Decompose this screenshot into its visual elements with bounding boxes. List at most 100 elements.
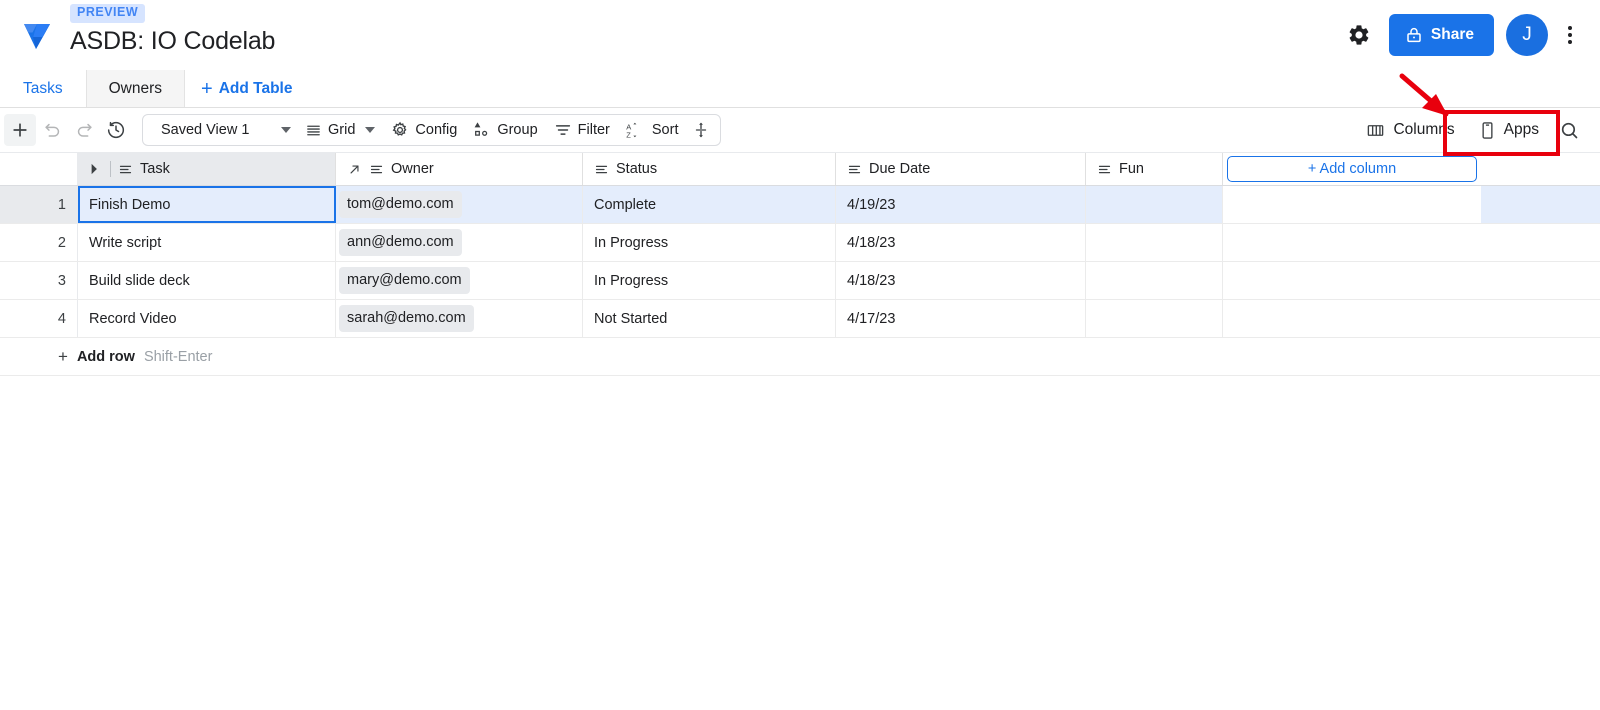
data-grid: Task Owner Status Due Date — [0, 152, 1600, 376]
redo-icon[interactable] — [68, 114, 100, 146]
cell-owner[interactable]: mary@demo.com — [336, 262, 583, 299]
table-row[interactable]: 2 Write script ann@demo.com In Progress … — [0, 224, 1600, 262]
cell-status[interactable]: Complete — [583, 186, 836, 223]
view-toolbar: Saved View 1 Grid Config — [0, 108, 1600, 152]
phone-icon — [1479, 121, 1496, 140]
column-header-status[interactable]: Status — [583, 153, 836, 185]
grid-lines-icon — [305, 122, 322, 139]
chevron-down-icon — [365, 127, 375, 133]
gear-icon[interactable] — [1339, 15, 1379, 55]
cell-due-date[interactable]: 4/18/23 — [836, 262, 1086, 299]
cell-empty — [1223, 224, 1481, 261]
expand-row-icon[interactable] — [89, 162, 103, 176]
cell-due-date[interactable]: 4/17/23 — [836, 300, 1086, 337]
page-title[interactable]: ASDB: IO Codelab — [70, 27, 275, 56]
columns-icon — [1366, 121, 1385, 140]
lock-icon — [1405, 26, 1423, 44]
add-row-hint: Shift-Enter — [144, 349, 213, 365]
columns-button[interactable]: Columns — [1354, 113, 1466, 147]
plus-icon: + — [201, 79, 213, 99]
top-bar: PREVIEW ASDB: IO Codelab Share J — [0, 0, 1600, 70]
header-actions: Share J — [1339, 14, 1586, 56]
filter-icon — [554, 121, 572, 139]
cell-status[interactable]: Not Started — [583, 300, 836, 337]
cell-owner[interactable]: ann@demo.com — [336, 224, 583, 261]
chevron-down-icon — [281, 127, 291, 133]
gear-icon — [391, 121, 409, 139]
share-button[interactable]: Share — [1389, 14, 1494, 56]
cell-fun[interactable] — [1086, 300, 1223, 337]
group-label: Group — [497, 122, 537, 138]
reference-chip: tom@demo.com — [339, 191, 462, 217]
row-number: 4 — [0, 300, 78, 337]
avatar-initial: J — [1522, 24, 1532, 46]
column-header-task[interactable]: Task — [78, 153, 336, 185]
cell-fun[interactable] — [1086, 262, 1223, 299]
cell-task[interactable]: Finish Demo — [78, 186, 336, 223]
grid-view-label: Grid — [328, 122, 355, 138]
history-icon[interactable] — [100, 114, 132, 146]
cell-status[interactable]: In Progress — [583, 224, 836, 261]
cell-fun[interactable] — [1086, 224, 1223, 261]
cell-fun[interactable] — [1086, 186, 1223, 223]
plus-icon: + — [58, 347, 68, 367]
column-header-label: Owner — [391, 161, 434, 177]
apps-label: Apps — [1504, 121, 1539, 139]
cell-due-date[interactable]: 4/19/23 — [836, 186, 1086, 223]
text-lines-icon — [847, 162, 862, 177]
tab-owners[interactable]: Owners — [86, 70, 185, 107]
sort-az-icon: A Z — [626, 121, 646, 139]
table-row[interactable]: 3 Build slide deck mary@demo.com In Prog… — [0, 262, 1600, 300]
tab-tasks[interactable]: Tasks — [0, 70, 86, 107]
text-lines-icon — [1097, 162, 1112, 177]
appsheet-logo-icon[interactable] — [14, 6, 60, 62]
column-header-fun[interactable]: Fun — [1086, 153, 1223, 185]
reference-chip: mary@demo.com — [339, 267, 470, 293]
text-lines-icon — [118, 162, 133, 177]
add-icon[interactable] — [4, 114, 36, 146]
table-row[interactable]: 4 Record Video sarah@demo.com Not Starte… — [0, 300, 1600, 338]
cell-due-date[interactable]: 4/18/23 — [836, 224, 1086, 261]
kebab-menu-icon[interactable] — [1554, 15, 1586, 55]
cell-owner[interactable]: sarah@demo.com — [336, 300, 583, 337]
cell-task[interactable]: Build slide deck — [78, 262, 336, 299]
row-number: 1 — [0, 186, 78, 223]
add-table-button[interactable]: + Add Table — [185, 70, 308, 107]
group-icon — [473, 121, 491, 139]
text-lines-icon — [594, 162, 609, 177]
column-header-due-date[interactable]: Due Date — [836, 153, 1086, 185]
config-button[interactable]: Config — [383, 116, 465, 144]
column-header-label: Status — [616, 161, 657, 177]
column-header-label: Task — [140, 161, 170, 177]
saved-view-dropdown[interactable]: Saved View 1 — [147, 116, 297, 144]
apps-button[interactable]: Apps — [1467, 113, 1551, 147]
add-column-wrap: + Add column — [1223, 153, 1481, 185]
cell-status[interactable]: In Progress — [583, 262, 836, 299]
text-lines-icon — [369, 162, 384, 177]
grid-view-button[interactable]: Grid — [297, 116, 383, 144]
sort-button[interactable]: A Z Sort — [618, 116, 687, 144]
avatar[interactable]: J — [1506, 14, 1548, 56]
table-tabs: Tasks Owners + Add Table — [0, 70, 1600, 108]
row-number: 2 — [0, 224, 78, 261]
column-header-owner[interactable]: Owner — [336, 153, 583, 185]
tab-label: Tasks — [23, 80, 63, 98]
table-row[interactable]: 1 Finish Demo tom@demo.com Complete 4/19… — [0, 186, 1600, 224]
undo-icon[interactable] — [36, 114, 68, 146]
row-number: 3 — [0, 262, 78, 299]
tab-label: Owners — [109, 80, 162, 98]
columns-label: Columns — [1393, 121, 1454, 139]
column-header-label: Fun — [1119, 161, 1144, 177]
preview-badge: PREVIEW — [70, 4, 145, 23]
cell-task[interactable]: Write script — [78, 224, 336, 261]
search-icon[interactable] — [1551, 113, 1588, 147]
group-button[interactable]: Group — [465, 116, 545, 144]
toolbar-right-actions: Columns Apps — [1354, 108, 1588, 152]
cell-task[interactable]: Record Video — [78, 300, 336, 337]
row-height-icon[interactable] — [686, 116, 716, 144]
filter-button[interactable]: Filter — [546, 116, 618, 144]
add-row-button[interactable]: + Add row Shift-Enter — [0, 338, 1600, 376]
reference-chip: ann@demo.com — [339, 229, 462, 255]
cell-owner[interactable]: tom@demo.com — [336, 186, 583, 223]
add-column-button[interactable]: + Add column — [1227, 156, 1477, 182]
